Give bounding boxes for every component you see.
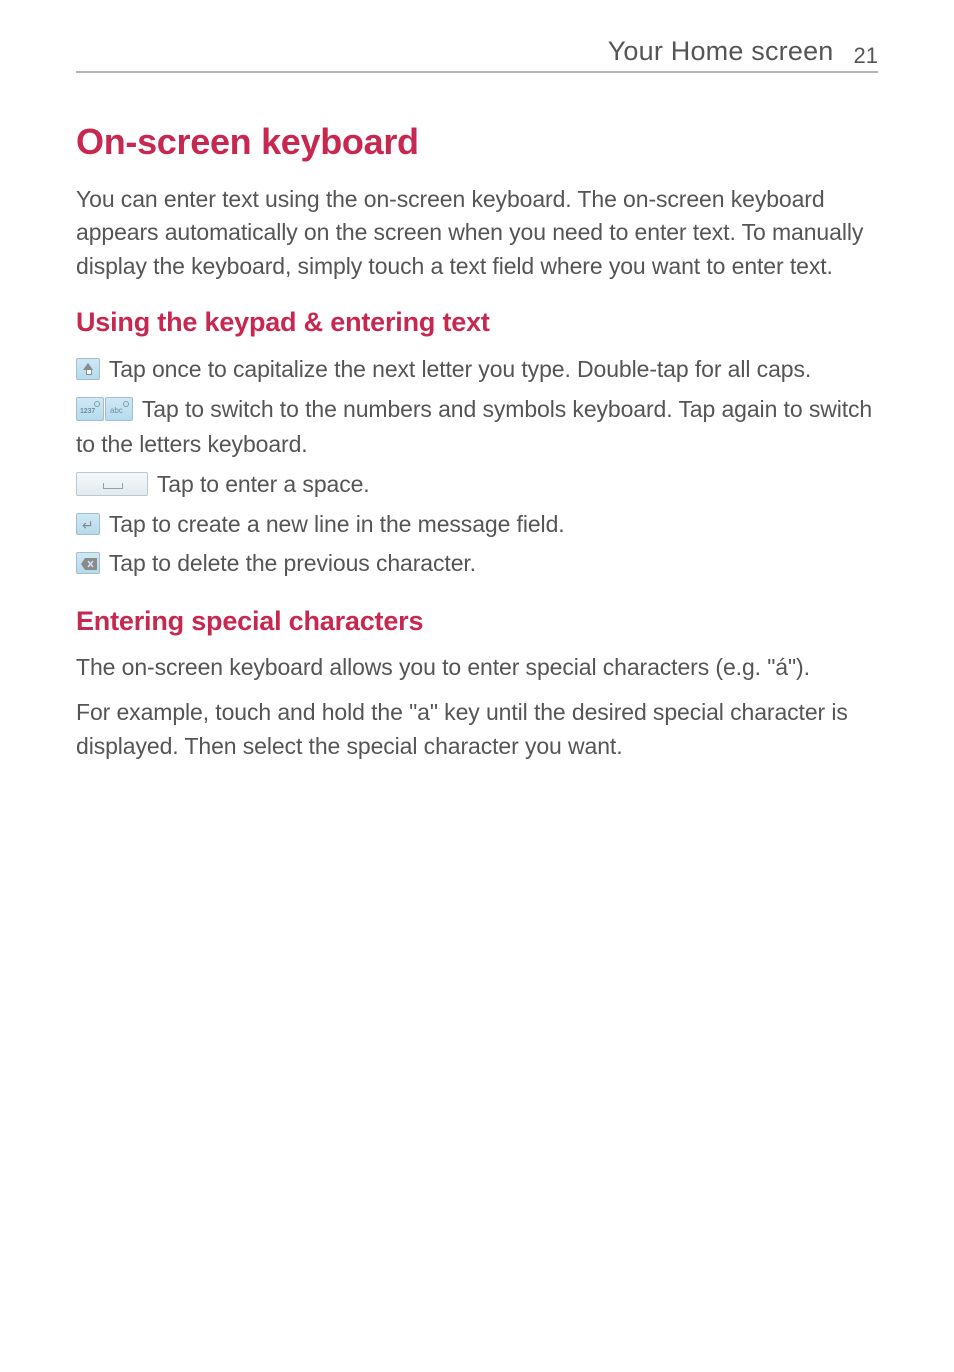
subheading-special-characters: Entering special characters xyxy=(76,606,878,637)
enter-key-icon xyxy=(76,513,100,535)
instruction-delete: Tap to delete the previous character. xyxy=(76,546,878,582)
page-header: Your Home screen 21 xyxy=(76,36,878,73)
special-characters-p1: The on-screen keyboard allows you to ent… xyxy=(76,651,878,684)
special-characters-p2: For example, touch and hold the "a" key … xyxy=(76,696,878,763)
instruction-space: Tap to enter a space. xyxy=(76,467,878,503)
instruction-numsym: Tap to switch to the numbers and symbols… xyxy=(76,392,878,463)
instruction-enter-text: Tap to create a new line in the message … xyxy=(103,511,565,537)
numbers-key-icon xyxy=(76,397,104,421)
page-number: 21 xyxy=(854,43,878,69)
heading-onscreen-keyboard: On-screen keyboard xyxy=(76,121,878,163)
intro-paragraph: You can enter text using the on-screen k… xyxy=(76,183,878,283)
instruction-enter: Tap to create a new line in the message … xyxy=(76,507,878,543)
instruction-shift: Tap once to capitalize the next letter y… xyxy=(76,352,878,388)
subheading-using-keypad: Using the keypad & entering text xyxy=(76,307,878,338)
delete-key-icon xyxy=(76,552,100,574)
page-container: Your Home screen 21 On-screen keyboard Y… xyxy=(0,0,954,763)
header-title: Your Home screen xyxy=(608,36,834,67)
keypad-instructions-list: Tap once to capitalize the next letter y… xyxy=(76,352,878,582)
instruction-delete-text: Tap to delete the previous character. xyxy=(103,550,476,576)
instruction-numsym-text: Tap to switch to the numbers and symbols… xyxy=(76,396,872,458)
abc-key-icon xyxy=(105,397,133,421)
shift-key-icon xyxy=(76,358,100,380)
instruction-shift-text: Tap once to capitalize the next letter y… xyxy=(103,356,811,382)
instruction-space-text: Tap to enter a space. xyxy=(151,471,370,497)
space-key-icon xyxy=(76,472,148,496)
